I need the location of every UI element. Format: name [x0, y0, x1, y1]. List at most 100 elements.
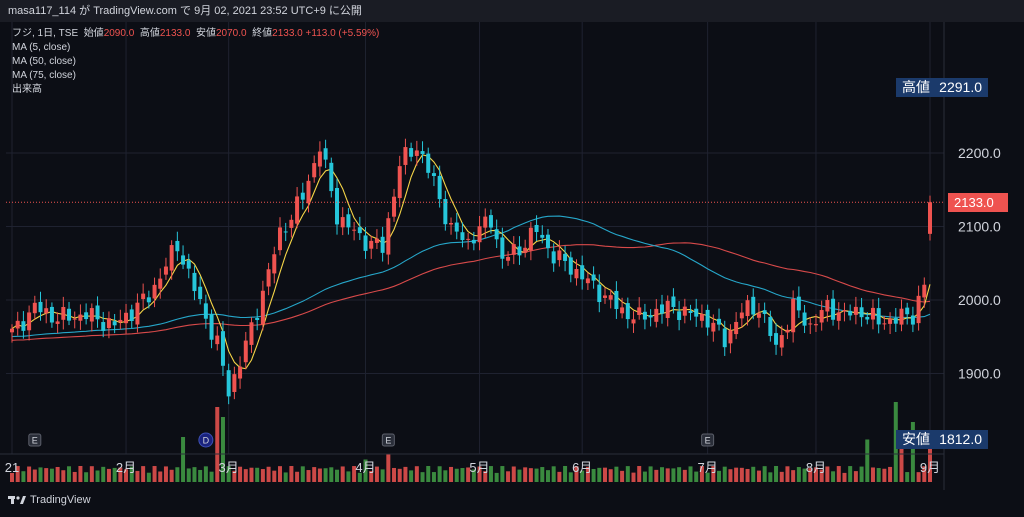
- volume-bar: [255, 467, 260, 482]
- candle-body: [203, 303, 208, 319]
- candle-body: [585, 278, 590, 284]
- volume-bar: [181, 437, 186, 482]
- volume-bar: [289, 466, 294, 482]
- volume-bar: [101, 466, 106, 482]
- candle-body: [289, 219, 294, 228]
- candle-body: [374, 238, 379, 243]
- volume-bar: [335, 469, 340, 482]
- candle-body: [511, 244, 516, 255]
- time-tick-label: 3月: [219, 460, 239, 475]
- volume-bar: [141, 466, 146, 482]
- candle-body: [836, 312, 841, 321]
- candle-body: [888, 318, 893, 324]
- volume-bar: [67, 466, 72, 482]
- volume-bar: [397, 468, 402, 482]
- legend-close: 2133.0: [272, 28, 303, 39]
- volume-bar: [44, 468, 49, 482]
- candle-body: [853, 306, 858, 315]
- candle-body: [739, 312, 744, 319]
- candle-body: [614, 290, 619, 310]
- candle-body: [870, 307, 875, 320]
- volume-bar: [95, 470, 100, 482]
- candle-body: [637, 307, 642, 315]
- candle-body: [181, 255, 186, 265]
- candle-body: [329, 162, 334, 192]
- event-label: E: [385, 436, 391, 446]
- candle-body: [323, 148, 328, 160]
- candle-body: [494, 229, 499, 240]
- candle-body: [506, 256, 511, 261]
- candle-body: [226, 370, 231, 397]
- low-price-tag: 安値 1812.0: [896, 430, 988, 449]
- volume-bar: [602, 467, 607, 482]
- candle-body: [694, 308, 699, 317]
- volume-bar: [243, 469, 248, 482]
- candle-body: [882, 323, 887, 325]
- volume-bar: [78, 466, 83, 482]
- volume-bar: [32, 469, 37, 482]
- volume-bar: [848, 466, 853, 482]
- candle-body: [38, 301, 43, 313]
- price-tick-label: 2000.0: [958, 292, 1001, 308]
- event-marker: E: [381, 433, 395, 447]
- candle-body: [158, 278, 163, 289]
- legend-low-label: 安値: [196, 28, 216, 39]
- candle-body: [528, 227, 533, 251]
- candle-body: [420, 151, 425, 155]
- volume-bar: [688, 466, 693, 482]
- candle-body: [568, 257, 573, 275]
- legend-change: +113.0 (+5.59%): [305, 28, 380, 39]
- candle-body: [597, 284, 602, 303]
- volume-bar: [523, 467, 528, 482]
- candle-body: [602, 295, 607, 298]
- legend-ma75[interactable]: MA (75, close): [12, 69, 379, 83]
- candle-body: [699, 314, 704, 321]
- volume-bar: [796, 467, 801, 482]
- volume-bar: [266, 466, 271, 482]
- volume-bar: [146, 472, 151, 482]
- candle-body: [49, 306, 54, 323]
- volume-bar: [283, 472, 288, 482]
- candle-body: [625, 303, 630, 320]
- volume-bar: [49, 468, 54, 482]
- volume-bar: [631, 472, 636, 482]
- volume-bar: [557, 471, 562, 482]
- chart-window: masa117_114 が TradingView.com で 9月 02, 2…: [0, 0, 1024, 517]
- volume-bar: [306, 470, 311, 482]
- candle-body: [523, 247, 528, 253]
- volume-bar: [876, 468, 881, 482]
- legend-ma5[interactable]: MA (5, close): [12, 41, 379, 55]
- candle-body: [363, 235, 368, 251]
- candle-body: [488, 215, 493, 228]
- candle-body: [255, 317, 260, 321]
- price-tick-label: 2100.0: [958, 219, 1001, 235]
- candle-body: [312, 163, 317, 178]
- volume-bar: [506, 471, 511, 482]
- legend-ma50[interactable]: MA (50, close): [12, 55, 379, 69]
- candle-body: [249, 322, 254, 345]
- legend-ohlc: フジ, 1日, TSE 始値2090.0 高値2133.0 安値2070.0 終…: [12, 27, 379, 41]
- volume-bar: [739, 467, 744, 482]
- candle-body: [101, 322, 106, 331]
- volume-bar: [540, 467, 545, 482]
- candle-body: [677, 311, 682, 321]
- volume-bar: [842, 472, 847, 482]
- candle-body: [928, 202, 932, 234]
- candle-body: [392, 196, 397, 217]
- candle-body: [89, 308, 94, 322]
- candle-body: [403, 147, 408, 165]
- legend-volume[interactable]: 出来高: [12, 83, 379, 97]
- volume-bar: [38, 467, 43, 482]
- candle-body: [146, 297, 151, 303]
- candle-body: [380, 236, 385, 253]
- volume-bar: [449, 466, 454, 482]
- candle-body: [352, 229, 357, 231]
- publish-info: masa117_114 が TradingView.com で 9月 02, 2…: [8, 5, 362, 17]
- candle-body: [317, 151, 322, 167]
- candle-body: [813, 324, 818, 326]
- event-label: E: [32, 436, 38, 446]
- candle-body: [534, 224, 539, 233]
- candle-body: [545, 234, 550, 249]
- volume-bar: [660, 467, 665, 482]
- time-tick-label: 8月: [806, 460, 826, 475]
